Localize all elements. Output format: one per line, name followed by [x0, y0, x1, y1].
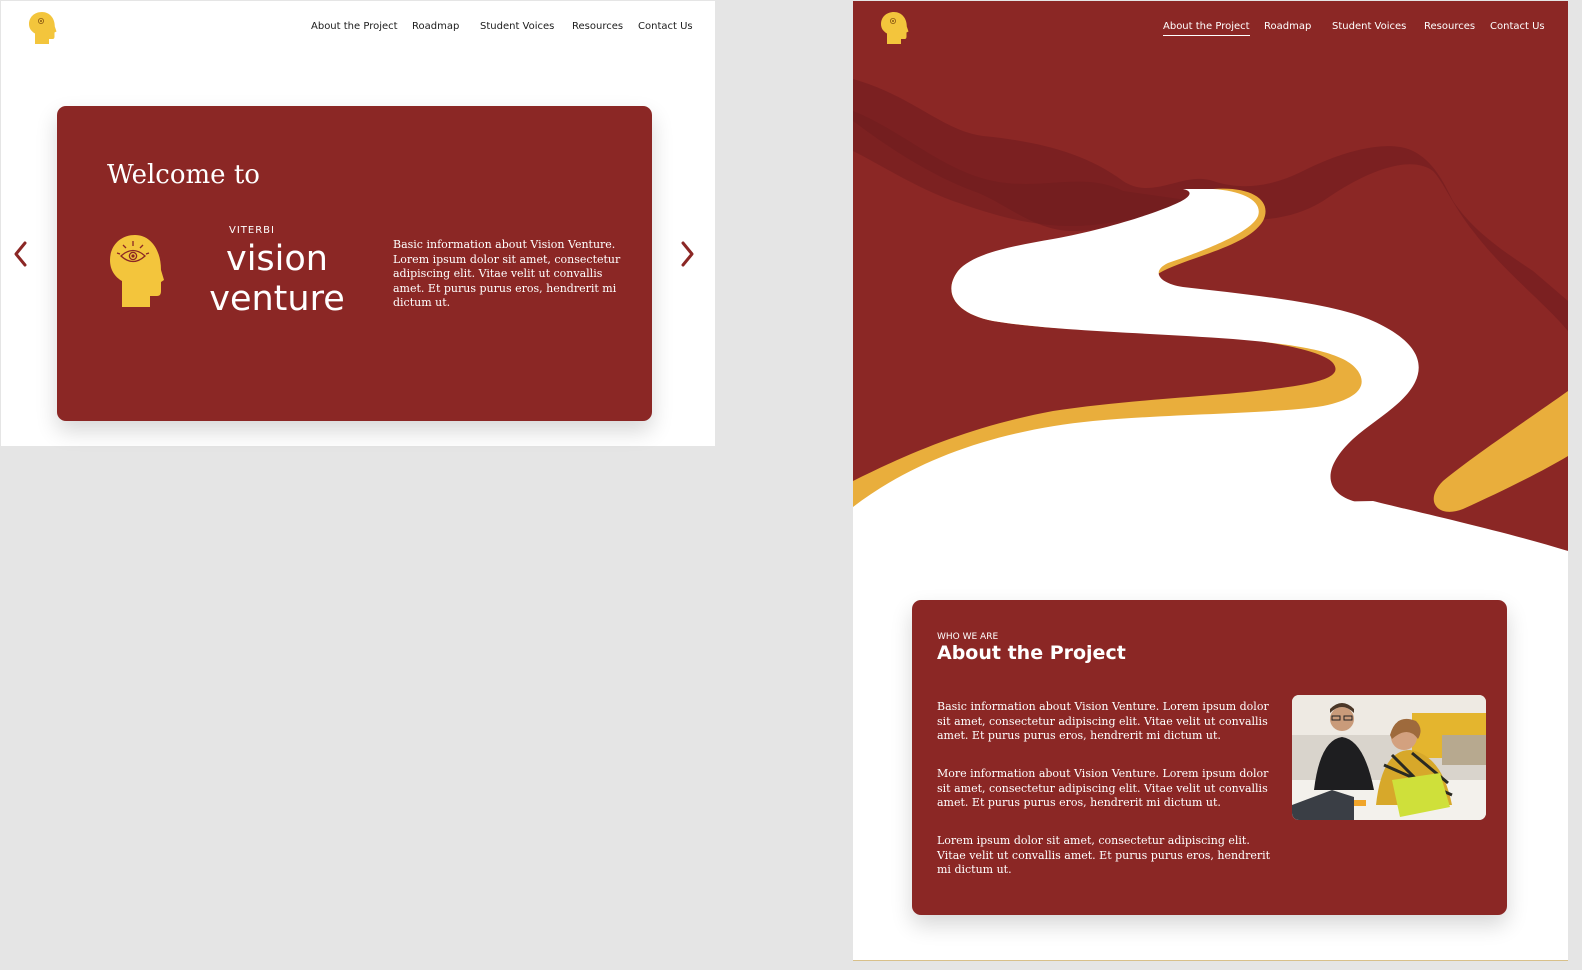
brand-subtitle: VITERBI: [229, 225, 275, 236]
welcome-heading: Welcome to: [107, 160, 260, 190]
brand-head-logo: [110, 235, 164, 307]
nav-roadmap[interactable]: Roadmap: [1264, 21, 1311, 32]
brand-line-2: venture: [209, 279, 345, 319]
nav-about-the-project[interactable]: About the Project: [311, 21, 398, 32]
brand-wordmark: vision venture: [182, 239, 372, 319]
chevron-left-icon[interactable]: [13, 241, 29, 267]
head-with-eye-icon[interactable]: [27, 11, 57, 45]
nav-roadmap[interactable]: Roadmap: [412, 21, 459, 32]
about-title: About the Project: [937, 642, 1126, 664]
nav-student-voices[interactable]: Student Voices: [1332, 21, 1406, 32]
hero-card: Welcome to VITERBI vision venture Basic …: [57, 106, 652, 421]
about-page-frame: About the Project Roadmap Student Voices…: [853, 1, 1568, 961]
nav-resources[interactable]: Resources: [572, 21, 623, 32]
section-eyebrow: WHO WE ARE: [937, 632, 999, 642]
nav-contact-us[interactable]: Contact Us: [1490, 21, 1545, 32]
head-with-eye-icon[interactable]: [879, 11, 909, 45]
carousel-frame: About the Project Roadmap Student Voices…: [1, 1, 715, 446]
about-paragraph: Basic information about Vision Venture. …: [937, 700, 1269, 742]
nav-contact-us[interactable]: Contact Us: [638, 21, 693, 32]
about-paragraph: Lorem ipsum dolor sit amet, consectetur …: [937, 834, 1271, 876]
chevron-right-icon[interactable]: [679, 241, 695, 267]
nav-about-the-project[interactable]: About the Project: [1163, 21, 1250, 36]
nav-resources[interactable]: Resources: [1424, 21, 1475, 32]
nav-student-voices[interactable]: Student Voices: [480, 21, 554, 32]
about-card: WHO WE ARE About the Project Basic infor…: [912, 600, 1507, 915]
about-paragraph: More information about Vision Venture. L…: [937, 767, 1269, 809]
brand-line-1: vision: [226, 239, 328, 279]
students-photo: [1292, 695, 1486, 820]
hero-description: Basic information about Vision Venture. …: [393, 238, 621, 309]
winding-road-illustration: [853, 1, 1568, 561]
